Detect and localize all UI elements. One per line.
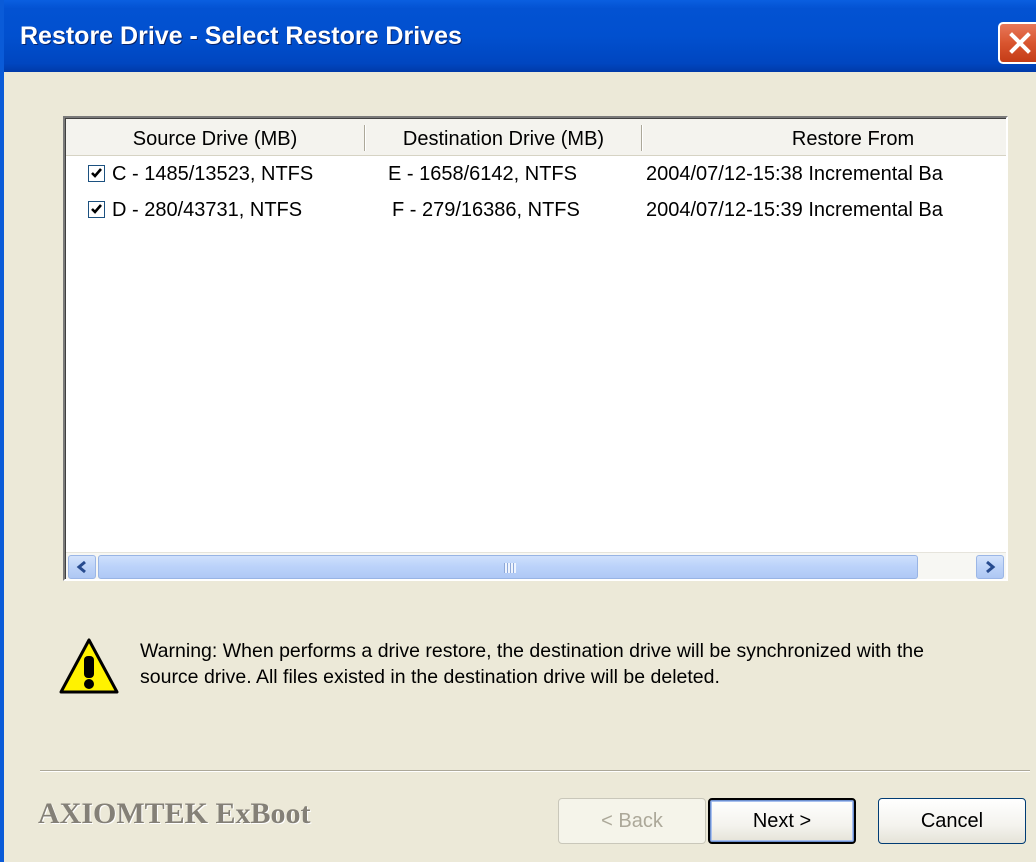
- warning-message: Warning: When performs a drive restore, …: [140, 640, 924, 688]
- destination-drive-cell: F - 279/16386, NTFS: [392, 199, 580, 221]
- column-header-restore-from[interactable]: Restore From: [643, 119, 1006, 155]
- warning-icon: [59, 638, 119, 694]
- close-icon: [1009, 32, 1031, 54]
- table-row[interactable]: C - 1485/13523, NTFS E - 1658/6142, NTFS…: [66, 159, 1006, 189]
- row-checkbox[interactable]: [88, 165, 105, 182]
- scroll-thumb[interactable]: [98, 555, 918, 579]
- table-row[interactable]: D - 280/43731, NTFS F - 279/16386, NTFS …: [66, 195, 1006, 225]
- list-header: Source Drive (MB) Destination Drive (MB)…: [66, 119, 1006, 156]
- scroll-right-button[interactable]: [976, 555, 1004, 579]
- chevron-left-icon: [76, 560, 86, 574]
- checkmark-icon: [91, 168, 102, 178]
- title-bar[interactable]: Restore Drive - Select Restore Drives: [4, 0, 1036, 72]
- source-drive-cell: C - 1485/13523, NTFS: [112, 163, 314, 185]
- close-button[interactable]: [998, 22, 1036, 64]
- brand-logo: AXIOMTEK ExBoot: [38, 797, 311, 830]
- next-button[interactable]: Next >: [708, 798, 856, 844]
- restore-drive-dialog: Restore Drive - Select Restore Drives So…: [0, 0, 1036, 862]
- scroll-left-button[interactable]: [68, 555, 96, 579]
- column-header-destination[interactable]: Destination Drive (MB): [366, 119, 641, 155]
- chevron-right-icon: [986, 560, 996, 574]
- checkmark-icon: [91, 204, 102, 214]
- restore-drives-list[interactable]: Source Drive (MB) Destination Drive (MB)…: [63, 116, 1008, 581]
- restore-from-cell: 2004/07/12-15:38 Incremental Ba: [646, 163, 943, 185]
- horizontal-scrollbar[interactable]: [66, 552, 1006, 579]
- row-checkbox[interactable]: [88, 201, 105, 218]
- source-drive-cell: D - 280/43731, NTFS: [112, 199, 303, 221]
- cancel-button[interactable]: Cancel: [878, 798, 1026, 844]
- restore-from-cell: 2004/07/12-15:39 Incremental Ba: [646, 199, 943, 221]
- footer-divider: [40, 770, 1030, 772]
- column-header-source[interactable]: Source Drive (MB): [66, 119, 364, 155]
- destination-drive-cell: E - 1658/6142, NTFS: [388, 163, 577, 185]
- grip-icon: [504, 563, 516, 573]
- back-button[interactable]: < Back: [558, 798, 706, 844]
- window-title: Restore Drive - Select Restore Drives: [20, 22, 462, 50]
